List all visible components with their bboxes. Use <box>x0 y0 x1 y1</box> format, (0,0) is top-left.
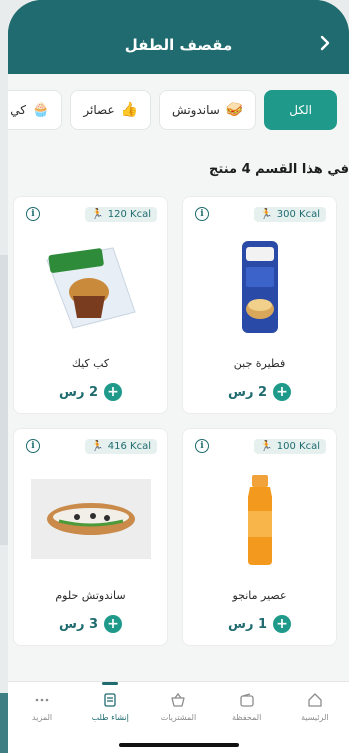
add-to-cart-button[interactable]: + <box>273 615 291 633</box>
kcal-badge: 🏃 120 Kcal <box>85 207 157 222</box>
category-chip-label: ساندوتش <box>172 103 220 117</box>
tab-label: المحفظة <box>231 713 262 722</box>
add-to-cart-button[interactable]: + <box>104 383 122 401</box>
category-chip-juices[interactable]: 👍 عصائر <box>70 90 152 130</box>
product-image-cupcake <box>31 237 151 337</box>
category-chip-label: الكل <box>289 103 312 117</box>
product-image-halloumi-sandwich <box>30 469 151 569</box>
add-to-cart-button[interactable]: + <box>104 615 122 633</box>
running-icon: 🏃 <box>260 441 273 452</box>
product-price: 3 رس <box>59 616 98 632</box>
bottom-tab-bar: الرئيسية المحفظة المشتريات إنشاء طلب الم… <box>8 681 349 753</box>
juice-icon: 👍 <box>120 102 139 118</box>
price-row: + 2 رس <box>14 383 167 401</box>
home-indicator <box>118 743 239 747</box>
app-header: مقصف الطفل <box>8 0 349 80</box>
more-icon <box>35 698 49 702</box>
product-card[interactable]: 🏃 120 Kcal i كب كيك + 2 رس <box>13 196 168 414</box>
product-card[interactable]: 🏃 300 Kcal i فطيرة جبن + 2 رس <box>182 196 337 414</box>
info-icon[interactable]: i <box>195 439 209 453</box>
info-icon[interactable]: i <box>26 207 40 221</box>
price-row: + 1 رس <box>183 615 336 633</box>
category-chips: الكل 🥪 ساندوتش 👍 عصائر 🧁 كي <box>8 90 337 130</box>
product-name: ساندوتش حلوم <box>55 589 126 602</box>
main-content: الكل 🥪 ساندوتش 👍 عصائر 🧁 كي في هذا القسم… <box>8 74 349 753</box>
wallet-icon <box>240 693 254 707</box>
product-price: 1 رس <box>228 616 267 632</box>
product-name: كب كيك <box>71 357 110 370</box>
sandwich-icon: 🥪 <box>225 102 244 118</box>
chevron-right-icon <box>320 35 330 51</box>
product-name: فطيرة جبن <box>233 357 286 370</box>
category-chip-label: كي <box>10 103 26 117</box>
info-icon[interactable]: i <box>195 207 209 221</box>
price-row: + 2 رس <box>183 383 336 401</box>
product-grid: 🏃 300 Kcal i فطيرة جبن + 2 رس 🏃 120 Kcal… <box>13 196 337 646</box>
category-chip-label: عصائر <box>83 103 115 117</box>
kcal-badge: 🏃 300 Kcal <box>254 207 326 222</box>
tab-home[interactable]: الرئيسية <box>285 692 345 753</box>
price-row: + 3 رس <box>14 615 167 633</box>
kcal-value: 300 Kcal <box>276 209 320 220</box>
tab-label: المشتريات <box>160 713 197 722</box>
home-icon <box>308 693 322 707</box>
tab-label: الرئيسية <box>301 713 329 722</box>
product-name: عصير مانجو <box>232 589 287 602</box>
cupcake-icon: 🧁 <box>31 102 50 118</box>
tab-label: المزيد <box>32 713 53 722</box>
add-to-cart-button[interactable]: + <box>273 383 291 401</box>
running-icon: 🏃 <box>91 209 104 220</box>
create-order-icon <box>104 693 116 707</box>
product-image-mango-juice <box>200 469 320 569</box>
page-title: مقصف الطفل <box>124 36 233 54</box>
info-icon[interactable]: i <box>26 439 40 453</box>
active-tab-indicator <box>102 682 119 685</box>
tab-label: إنشاء طلب <box>91 713 129 722</box>
kcal-value: 416 Kcal <box>107 441 151 452</box>
product-card[interactable]: 🏃 416 Kcal i ساندوتش حلوم + 3 رس <box>13 428 168 646</box>
basket-icon <box>171 692 186 707</box>
kcal-value: 100 Kcal <box>276 441 320 452</box>
category-chip-cake[interactable]: 🧁 كي <box>8 90 63 130</box>
kcal-badge: 🏃 100 Kcal <box>254 439 326 454</box>
section-count: في هذا القسم 4 منتج <box>209 162 349 177</box>
product-card[interactable]: 🏃 100 Kcal i عصير مانجو + 1 رس <box>182 428 337 646</box>
product-price: 2 رس <box>228 384 267 400</box>
tab-more[interactable]: المزيد <box>12 692 72 753</box>
kcal-value: 120 Kcal <box>107 209 151 220</box>
product-image-cheese-pastry <box>200 237 320 337</box>
back-button[interactable] <box>315 33 335 53</box>
phone-frame: مقصف الطفل الكل 🥪 ساندوتش 👍 عصائر 🧁 كي ف… <box>8 0 349 753</box>
category-chip-sandwich[interactable]: 🥪 ساندوتش <box>159 90 257 130</box>
product-price: 2 رس <box>59 384 98 400</box>
category-chip-all[interactable]: الكل <box>264 90 337 130</box>
kcal-badge: 🏃 416 Kcal <box>85 439 157 454</box>
running-icon: 🏃 <box>260 209 273 220</box>
running-icon: 🏃 <box>91 441 104 452</box>
